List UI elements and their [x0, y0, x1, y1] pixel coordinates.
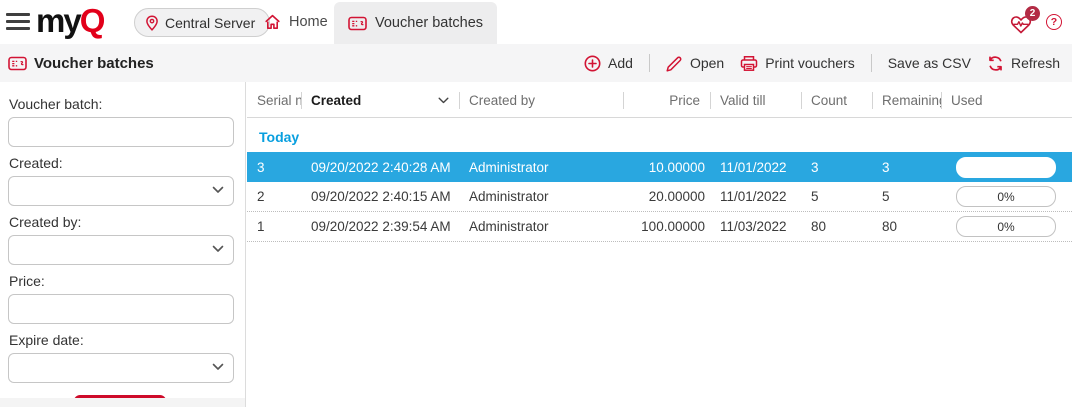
price-field-wrap: [8, 294, 234, 324]
price-input[interactable]: [9, 295, 233, 323]
add-button-label: Add: [608, 55, 633, 71]
tab-home[interactable]: Home: [250, 0, 342, 44]
title-toolbar: Voucher batches Add Open Print vouch: [0, 44, 1072, 82]
voucher-title-icon: [8, 56, 27, 71]
price-label: Price:: [9, 273, 233, 289]
topbar-right-icons: 2 ?: [1010, 0, 1062, 44]
voucher-batch-field-wrap: [8, 117, 234, 147]
tab-home-label: Home: [289, 14, 328, 30]
cell-created-by: Administrator: [459, 160, 623, 175]
column-header-created[interactable]: Created: [301, 82, 459, 118]
cell-count: 5: [801, 189, 872, 204]
table-header-row: Serial n... Created Created by Price Val…: [247, 82, 1072, 118]
chevron-down-icon: [212, 245, 224, 253]
chevron-down-icon[interactable]: [438, 97, 449, 104]
print-vouchers-button-label: Print vouchers: [765, 55, 854, 71]
column-header-count[interactable]: Count: [801, 82, 872, 118]
cell-used: 0%: [941, 186, 1072, 207]
table-row[interactable]: 1 09/20/2022 2:39:54 AM Administrator 10…: [247, 212, 1072, 242]
cell-serial: 2: [247, 189, 301, 204]
cell-remaining: 5: [872, 189, 941, 204]
sidebar-scrollbar-track[interactable]: [0, 398, 245, 407]
cell-created-by: Administrator: [459, 189, 623, 204]
cell-price: 20.00000: [623, 189, 710, 204]
cell-created: 09/20/2022 2:40:28 AM: [301, 160, 459, 175]
created-by-select[interactable]: [8, 235, 234, 265]
help-icon[interactable]: ?: [1046, 14, 1062, 30]
printer-icon: [740, 55, 758, 72]
save-as-csv-button[interactable]: Save as CSV: [888, 55, 971, 71]
cell-count: 3: [801, 160, 872, 175]
refresh-icon: [987, 55, 1004, 72]
created-select[interactable]: [8, 176, 234, 206]
column-header-created-label: Created: [311, 93, 361, 108]
chevron-down-icon: [212, 363, 224, 371]
cell-created: 09/20/2022 2:40:15 AM: [301, 189, 459, 204]
open-button-label: Open: [690, 55, 724, 71]
used-progress-bar: [956, 157, 1056, 178]
table-group-label-today: Today: [247, 118, 1072, 152]
toolbar-separator: [649, 54, 650, 72]
toolbar-separator: [871, 54, 872, 72]
voucher-batch-label: Voucher batch:: [9, 96, 233, 112]
cell-serial: 3: [247, 160, 301, 175]
location-pin-icon: [145, 15, 159, 31]
voucher-batch-input[interactable]: [9, 118, 233, 146]
cell-remaining: 3: [872, 160, 941, 175]
column-header-created-by[interactable]: Created by: [459, 82, 623, 118]
filter-sidebar: Voucher batch: Created: Created by: Pric…: [0, 82, 246, 407]
created-by-label: Created by:: [9, 214, 233, 230]
logo-text-q: Q: [80, 2, 104, 39]
cell-valid-till: 11/03/2022: [710, 219, 801, 234]
table-row[interactable]: 3 09/20/2022 2:40:28 AM Administrator 10…: [247, 152, 1072, 182]
cell-used: 0%: [941, 216, 1072, 237]
toolbar: Add Open Print vouchers Save as CSV: [584, 54, 1072, 72]
cell-valid-till: 11/01/2022: [710, 189, 801, 204]
table-row[interactable]: 2 09/20/2022 2:40:15 AM Administrator 20…: [247, 182, 1072, 212]
myq-app-window: myQ Central Server Home Voucher batches: [0, 0, 1072, 407]
refresh-button-label: Refresh: [1011, 55, 1060, 71]
column-header-used[interactable]: Used: [941, 82, 1072, 118]
myq-logo[interactable]: myQ: [36, 2, 103, 40]
voucher-table: Serial n... Created Created by Price Val…: [247, 82, 1072, 407]
column-header-remaining[interactable]: Remaining: [872, 82, 941, 118]
cell-price: 10.00000: [623, 160, 710, 175]
created-label: Created:: [9, 155, 233, 171]
cell-remaining: 80: [872, 219, 941, 234]
add-button[interactable]: Add: [584, 55, 633, 72]
open-button[interactable]: Open: [666, 55, 724, 72]
cell-price: 100.00000: [623, 219, 710, 234]
health-alert-badge: 2: [1025, 6, 1040, 21]
chevron-down-icon: [212, 186, 224, 194]
expire-date-select[interactable]: [8, 353, 234, 383]
page-title-label: Voucher batches: [34, 55, 154, 72]
column-header-valid-till[interactable]: Valid till: [710, 82, 801, 118]
tab-voucher-batches-label: Voucher batches: [375, 15, 483, 31]
column-header-serial[interactable]: Serial n...: [247, 82, 301, 118]
expire-date-label: Expire date:: [9, 332, 233, 348]
print-vouchers-button[interactable]: Print vouchers: [740, 55, 854, 72]
voucher-icon: [348, 16, 367, 31]
home-icon: [264, 14, 281, 30]
used-progress-bar: 0%: [956, 216, 1056, 237]
pencil-icon: [666, 55, 683, 72]
cell-created: 09/20/2022 2:39:54 AM: [301, 219, 459, 234]
cell-serial: 1: [247, 219, 301, 234]
cell-valid-till: 11/01/2022: [710, 160, 801, 175]
add-circle-plus-icon: [584, 55, 601, 72]
save-as-csv-button-label: Save as CSV: [888, 55, 971, 71]
refresh-button[interactable]: Refresh: [987, 55, 1060, 72]
cell-created-by: Administrator: [459, 219, 623, 234]
server-selector-label: Central Server: [165, 15, 255, 31]
logo-text-my: my: [36, 2, 80, 39]
cell-used: [941, 157, 1072, 178]
page-title: Voucher batches: [0, 55, 154, 72]
tab-voucher-batches[interactable]: Voucher batches: [334, 2, 497, 44]
column-header-price[interactable]: Price: [623, 82, 710, 118]
top-bar: myQ Central Server Home Voucher batches: [0, 0, 1072, 44]
cell-count: 80: [801, 219, 872, 234]
system-health-button[interactable]: 2: [1010, 8, 1034, 36]
used-progress-bar: 0%: [956, 186, 1056, 207]
menu-hamburger-icon[interactable]: [6, 13, 30, 30]
